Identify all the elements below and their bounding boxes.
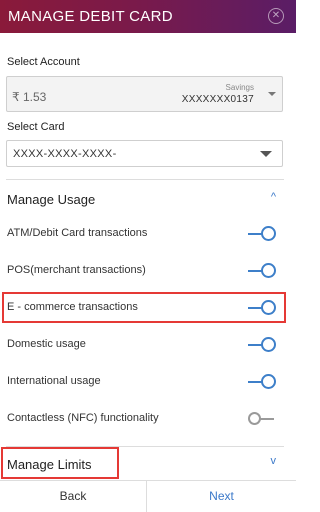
- usage-row-contactless: Contactless (NFC) functionality: [0, 404, 296, 434]
- account-balance: ₹ 1.53: [12, 90, 47, 104]
- account-type: Savings: [225, 83, 254, 92]
- manage-usage-title: Manage Usage: [7, 192, 96, 207]
- usage-row-atm: ATM/Debit Card transactions: [0, 219, 296, 249]
- account-number: XXXXXXX0137: [181, 94, 254, 105]
- highlight-box: [2, 292, 286, 323]
- usage-row-international: International usage: [0, 367, 296, 397]
- manage-usage-header[interactable]: Manage Usage ^: [0, 180, 296, 216]
- usage-label: International usage: [7, 375, 101, 387]
- pos-toggle[interactable]: [248, 263, 276, 279]
- select-account-label: Select Account: [7, 56, 80, 68]
- usage-label: ATM/Debit Card transactions: [7, 227, 148, 239]
- highlight-box: [1, 447, 119, 479]
- account-dropdown[interactable]: ₹ 1.53 Savings XXXXXXX0137: [6, 76, 283, 112]
- page-title: MANAGE DEBIT CARD: [8, 8, 173, 25]
- footer-bar: Back Next: [0, 480, 296, 512]
- chevron-up-icon[interactable]: ^: [271, 191, 276, 203]
- select-card-label: Select Card: [7, 121, 65, 133]
- usage-row-domestic: Domestic usage: [0, 330, 296, 360]
- chevron-down-icon: [268, 92, 276, 96]
- usage-label: POS(merchant transactions): [7, 264, 146, 276]
- chevron-down-icon[interactable]: v: [271, 455, 277, 467]
- close-icon[interactable]: ✕: [268, 8, 284, 24]
- chevron-down-icon: [260, 151, 272, 157]
- next-button[interactable]: Next: [146, 481, 296, 512]
- contactless-toggle[interactable]: [248, 411, 276, 427]
- usage-label: Domestic usage: [7, 338, 86, 350]
- app-header: MANAGE DEBIT CARD ✕: [0, 0, 296, 33]
- international-toggle[interactable]: [248, 374, 276, 390]
- card-number: XXXX-XXXX-XXXX-: [13, 148, 117, 160]
- domestic-toggle[interactable]: [248, 337, 276, 353]
- card-dropdown[interactable]: XXXX-XXXX-XXXX-: [6, 140, 283, 167]
- usage-row-pos: POS(merchant transactions): [0, 256, 296, 286]
- back-button[interactable]: Back: [0, 481, 146, 512]
- atm-toggle[interactable]: [248, 226, 276, 242]
- usage-label: Contactless (NFC) functionality: [7, 412, 159, 424]
